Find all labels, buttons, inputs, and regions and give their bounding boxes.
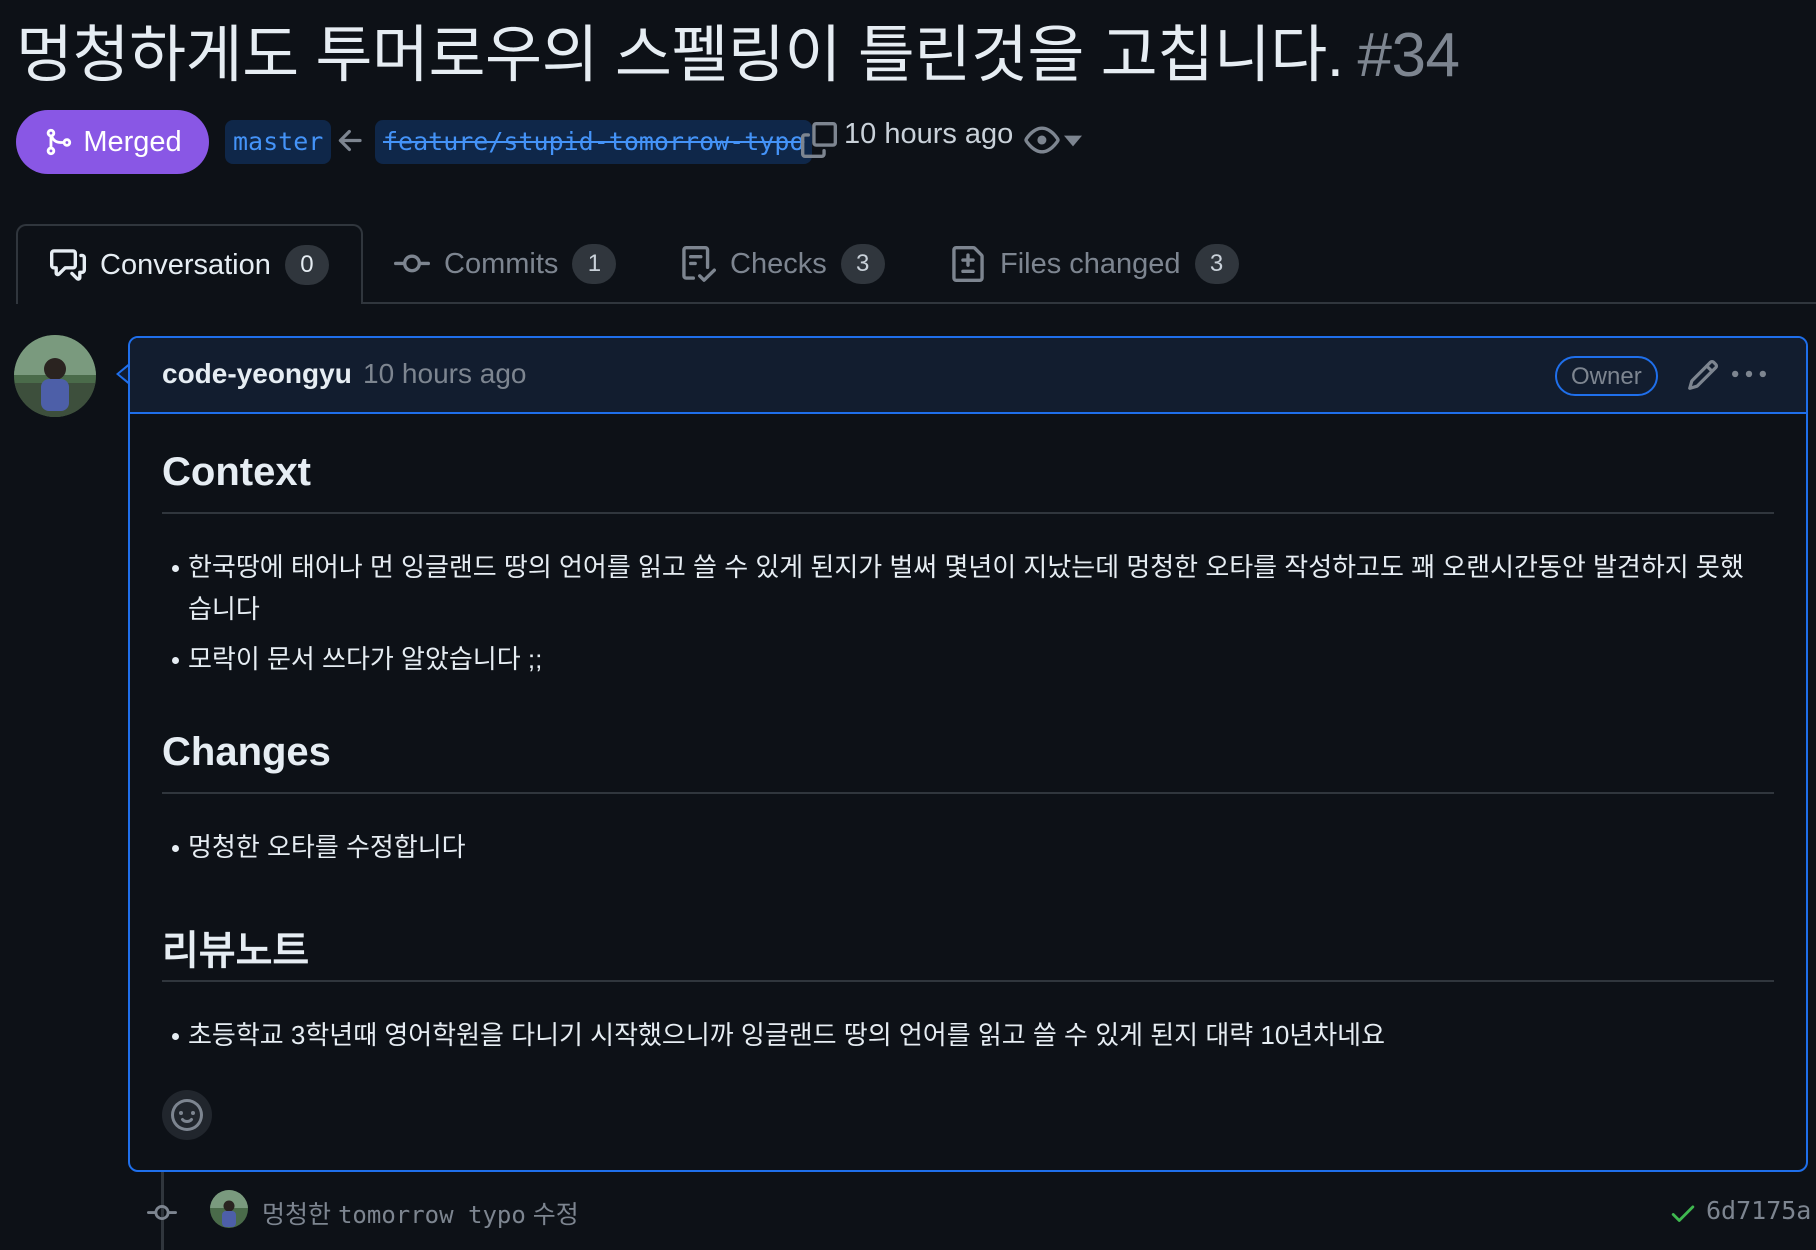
list-item: 한국땅에 태어나 먼 잉글랜드 땅의 언어를 읽고 쓸 수 있게 된지가 벌써 … [172, 546, 1748, 630]
heading-changes: Changes [162, 730, 331, 774]
tab-checks-label: Checks [730, 247, 827, 280]
pr-title-text: 멍청하게도 투머로우의 스펠링이 틀린것을 고칩니다. [16, 21, 1344, 90]
tab-conversation[interactable]: Conversation 0 [16, 224, 363, 304]
eye-icon[interactable] [1024, 122, 1060, 158]
git-commit-icon [147, 1205, 177, 1221]
tab-files-changed-label: Files changed [1000, 247, 1181, 280]
tab-files-changed[interactable]: Files changed 3 [950, 224, 1239, 304]
list-item: 모락이 문서 쓰다가 알았습니다 ;; [172, 638, 1748, 680]
arrow-left-icon [338, 129, 362, 152]
tab-checks[interactable]: Checks 3 [680, 224, 885, 304]
merged-state-badge: Merged [16, 110, 209, 174]
author-link[interactable]: code-yeongyu [162, 358, 352, 390]
merged-label: Merged [83, 125, 182, 158]
commit-icon [394, 254, 430, 273]
heading-divider [162, 512, 1774, 514]
base-branch-link[interactable]: master [225, 120, 332, 164]
heading-review-note: 리뷰노트 [162, 929, 310, 973]
caret-down-icon[interactable] [1064, 133, 1082, 149]
commit-message-prefix: 멍청한 [262, 1201, 332, 1229]
list-item: 멍청한 오타를 수정합니다 [172, 826, 1748, 868]
tab-conversation-count: 0 [284, 245, 329, 285]
commit-message-link[interactable]: 멍청한 tomorrow typo 수정 [262, 1195, 579, 1231]
pr-title: 멍청하게도 투머로우의 스펠링이 틀린것을 고칩니다. #34 [16, 14, 1460, 98]
copy-icon[interactable] [801, 122, 837, 158]
checks-icon [682, 246, 716, 282]
list-item: 초등학교 3학년때 영어학원을 다니기 시작했으니까 잉글랜드 땅의 언어를 읽… [172, 1014, 1748, 1056]
commit-message-code: tomorrow typo [337, 1201, 526, 1229]
heading-divider [162, 980, 1774, 982]
tab-checks-count: 3 [840, 244, 885, 284]
conversation-icon [50, 249, 86, 281]
head-branch-link[interactable]: feature/stupid-tomorrow-typo [375, 120, 813, 164]
smiley-icon [171, 1099, 203, 1131]
heading-divider [162, 792, 1774, 794]
commit-sha-link[interactable]: 6d7175a [1706, 1196, 1811, 1225]
pr-number: #34 [1357, 21, 1460, 90]
add-reaction-button[interactable] [162, 1090, 212, 1140]
heading-context: Context [162, 450, 311, 494]
commit-message-suffix: 수정 [532, 1201, 579, 1229]
tab-commits-count: 1 [572, 244, 617, 284]
file-diff-icon [952, 246, 984, 282]
author-avatar[interactable] [14, 335, 96, 417]
comment-timestamp[interactable]: 10 hours ago [363, 358, 526, 390]
tab-files-changed-count: 3 [1194, 244, 1239, 284]
pr-timestamp: 10 hours ago [844, 118, 1014, 150]
kebab-horizontal-icon[interactable] [1730, 358, 1768, 392]
commit-author-avatar[interactable] [210, 1190, 248, 1228]
tab-commits-label: Commits [444, 247, 559, 280]
tab-commits[interactable]: Commits 1 [394, 224, 617, 304]
owner-badge: Owner [1555, 356, 1658, 396]
pencil-icon[interactable] [1686, 358, 1720, 392]
comment-header: code-yeongyu 10 hours ago Owner [130, 338, 1806, 414]
check-icon[interactable] [1668, 1198, 1698, 1228]
comment-box: code-yeongyu 10 hours ago Owner Context … [128, 336, 1808, 1172]
git-merge-icon [47, 128, 72, 156]
tab-conversation-label: Conversation [100, 248, 271, 281]
